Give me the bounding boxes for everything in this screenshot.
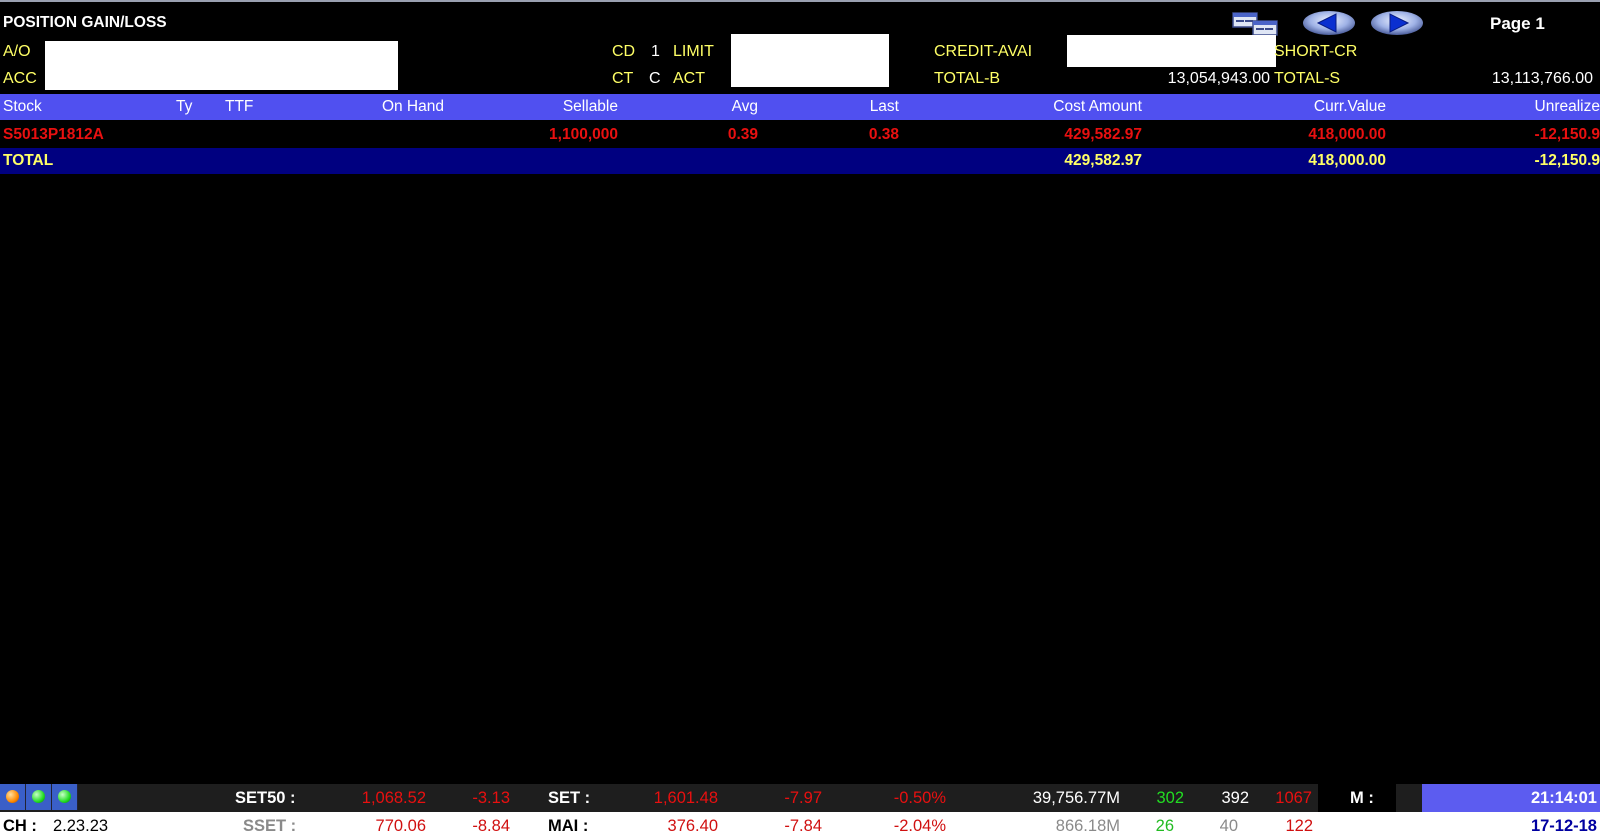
orange-dot-icon [6, 790, 19, 803]
market-ticker-bar: SET50 : 1,068.52 -3.13 SET : 1,601.48 -7… [0, 784, 1600, 812]
set-up-count: 302 [1156, 789, 1184, 807]
col-curr-value[interactable]: Curr.Value [1314, 98, 1386, 116]
page-indicator: Page 1 [1490, 14, 1545, 33]
sset-value: 770.06 [375, 817, 426, 835]
time-value: 21:14:01 [1530, 789, 1597, 807]
green-dot-icon [58, 790, 71, 803]
ch-label: CH : [3, 817, 37, 835]
ct-value: C [649, 70, 661, 87]
acc-label: ACC [3, 70, 37, 87]
sset-change: -8.84 [472, 817, 510, 835]
mai-change: -7.84 [784, 817, 822, 835]
set-unch-count: 392 [1221, 789, 1249, 807]
limit-label: LIMIT [673, 43, 714, 60]
mai-down-count: 122 [1285, 817, 1313, 835]
page-title: POSITION GAIN/LOSS [3, 14, 167, 31]
total-cost-amount: 429,582.97 [1064, 152, 1142, 169]
copy-windows-icon[interactable] [1231, 12, 1283, 36]
cd-label: CD [612, 43, 636, 60]
total-b-value: 13,054,943.00 [1167, 70, 1270, 87]
table-header: Stock Ty TTF On Hand Sellable Avg Last C… [0, 94, 1600, 120]
status-light-3[interactable] [52, 784, 78, 810]
set-volume: 39,756.77M [1032, 789, 1120, 807]
row-sellable: 1,100,000 [549, 126, 618, 143]
total-curr-value: 418,000.00 [1308, 152, 1386, 169]
row-curr-value: 418,000.00 [1308, 126, 1386, 143]
col-cost-amount[interactable]: Cost Amount [1053, 98, 1142, 116]
total-s-label: TOTAL-S [1274, 70, 1341, 87]
row-cost-amount: 429,582.97 [1064, 126, 1142, 143]
total-unrealize: -12,150.9 [1534, 152, 1600, 169]
set-pct: -0.50% [893, 789, 946, 807]
ch-value: 2.23.23 [53, 817, 109, 835]
set-down-count: 1067 [1275, 789, 1312, 807]
status-light-2[interactable] [26, 784, 52, 810]
table-row[interactable]: S5013P1812A 1,100,000 0.39 0.38 429,582.… [0, 122, 1600, 148]
account-info-field [45, 41, 398, 90]
m-label: M : [1350, 789, 1374, 807]
mai-pct: -2.04% [893, 817, 946, 835]
credit-avai-field [1067, 35, 1276, 67]
set-change: -7.97 [784, 789, 822, 807]
sset-label: SSET : [243, 817, 297, 835]
col-stock[interactable]: Stock [3, 98, 42, 116]
mai-volume: 866.18M [1055, 817, 1120, 835]
next-page-button[interactable] [1370, 10, 1424, 36]
next-arrow-icon [1371, 11, 1423, 35]
total-s-value: 13,113,766.00 [1491, 70, 1593, 87]
row-avg: 0.39 [727, 126, 758, 143]
col-on-hand[interactable]: On Hand [382, 98, 444, 116]
mai-value: 376.40 [667, 817, 718, 835]
market-ticker-bar-2: CH : 2.23.23 SSET : 770.06 -8.84 MAI : 3… [0, 812, 1600, 837]
row-unrealize: -12,150.9 [1534, 126, 1600, 143]
credit-avai-label: CREDIT-AVAI [934, 43, 1033, 60]
act-label: ACT [673, 70, 705, 87]
col-last[interactable]: Last [870, 98, 899, 116]
prev-arrow-icon [1303, 11, 1355, 35]
top-border [0, 0, 1600, 2]
total-label: TOTAL [3, 152, 54, 169]
mai-unch-count: 40 [1219, 817, 1238, 835]
set50-label: SET50 : [235, 789, 296, 807]
set-label: SET : [548, 789, 591, 807]
ct-label: CT [612, 70, 634, 87]
col-sellable[interactable]: Sellable [563, 98, 618, 116]
status-light-1[interactable] [0, 784, 26, 810]
col-unrealize[interactable]: Unrealize [1535, 98, 1600, 116]
set50-change: -3.13 [472, 789, 510, 807]
mai-up-count: 26 [1155, 817, 1174, 835]
green-dot-icon [32, 790, 45, 803]
col-ttf[interactable]: TTF [225, 98, 253, 116]
ao-label: A/O [3, 43, 31, 60]
total-b-label: TOTAL-B [934, 70, 1001, 87]
short-cr-label: SHORT-CR [1274, 43, 1358, 60]
total-row: TOTAL 429,582.97 418,000.00 -12,150.9 [0, 148, 1600, 174]
row-last: 0.38 [868, 126, 899, 143]
set50-value: 1,068.52 [361, 789, 426, 807]
set-value: 1,601.48 [653, 789, 718, 807]
mai-label: MAI : [548, 817, 589, 835]
col-ty[interactable]: Ty [176, 98, 192, 116]
row-stock: S5013P1812A [3, 126, 104, 143]
prev-page-button[interactable] [1302, 10, 1356, 36]
limit-value-field [731, 34, 889, 87]
date-value: 17-12-18 [1530, 817, 1597, 835]
cd-value: 1 [651, 43, 660, 60]
col-avg[interactable]: Avg [732, 98, 758, 116]
